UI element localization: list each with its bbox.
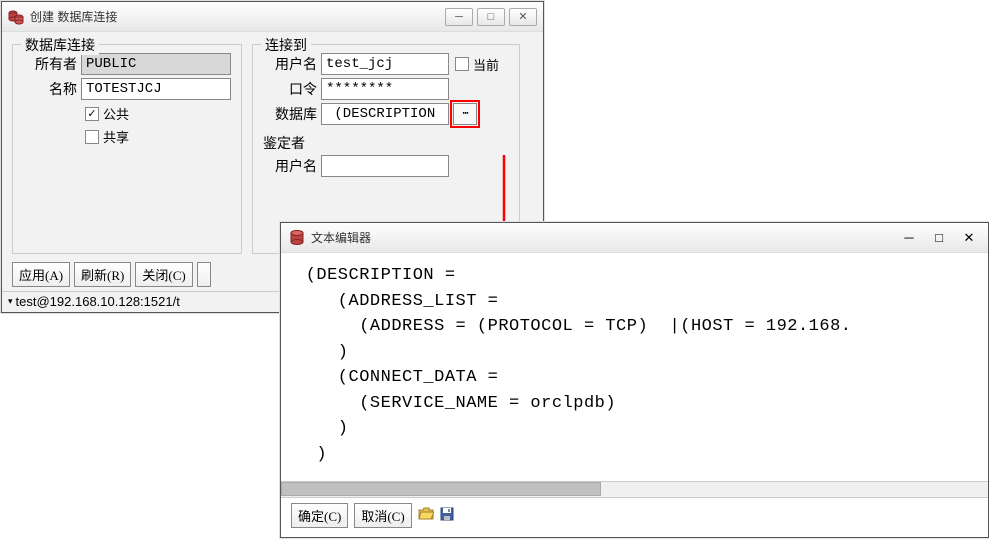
editor-hscrollbar[interactable] <box>281 481 988 497</box>
public-checkbox[interactable] <box>85 107 99 121</box>
name-label: 名称 <box>23 79 81 99</box>
minimize-button[interactable]: ─ <box>445 8 473 26</box>
refresh-button[interactable]: 刷新(R) <box>74 262 131 287</box>
current-label: 当前 <box>473 55 499 74</box>
auth-user-label: 用户名 <box>263 156 321 176</box>
user-input[interactable] <box>321 53 449 75</box>
editor-textarea[interactable]: (DESCRIPTION = (ADDRESS_LIST = (ADDRESS … <box>281 253 988 481</box>
share-label: 共享 <box>103 127 129 146</box>
scrollbar-thumb[interactable] <box>281 482 601 496</box>
cancel-button[interactable]: 取消(C) <box>354 503 411 528</box>
auth-user-input[interactable] <box>321 155 449 177</box>
more-button[interactable] <box>197 262 211 287</box>
editor-minimize-button[interactable]: ─ <box>896 228 922 248</box>
share-checkbox[interactable] <box>85 130 99 144</box>
public-label: 公共 <box>103 104 129 123</box>
owner-label: 所有者 <box>23 54 81 74</box>
editor-maximize-button[interactable]: □ <box>926 228 952 248</box>
close-dialog-button[interactable]: 关闭(C) <box>135 262 192 287</box>
current-checkbox[interactable] <box>455 57 469 71</box>
db-input[interactable] <box>321 103 449 125</box>
maximize-button[interactable]: □ <box>477 8 505 26</box>
db-link-legend: 数据库连接 <box>21 35 99 55</box>
editor-button-bar: 确定(C) 取消(C) <box>281 497 988 533</box>
ok-button[interactable]: 确定(C) <box>291 503 348 528</box>
main-title: 创建 数据库连接 <box>30 8 445 25</box>
open-file-icon[interactable] <box>418 507 434 524</box>
db-icon <box>289 230 305 246</box>
user-label: 用户名 <box>263 54 321 74</box>
db-browse-button[interactable]: ⋯ <box>453 103 477 125</box>
pwd-input[interactable] <box>321 78 449 100</box>
close-button[interactable]: ✕ <box>509 8 537 26</box>
owner-input[interactable] <box>81 53 231 75</box>
editor-close-button[interactable]: ✕ <box>956 228 982 248</box>
apply-button[interactable]: 应用(A) <box>12 262 70 287</box>
db-label: 数据库 <box>263 104 321 124</box>
editor-title: 文本编辑器 <box>311 229 896 246</box>
main-titlebar[interactable]: 创建 数据库连接 ─ □ ✕ <box>2 2 543 32</box>
connect-to-legend: 连接到 <box>261 35 311 55</box>
auth-label: 鉴定者 <box>263 133 509 153</box>
pwd-label: 口令 <box>263 79 321 99</box>
text-editor-dialog: 文本编辑器 ─ □ ✕ (DESCRIPTION = (ADDRESS_LIST… <box>280 222 989 538</box>
editor-titlebar[interactable]: 文本编辑器 ─ □ ✕ <box>281 223 988 253</box>
db-link-fieldset: 数据库连接 所有者 名称 公共 共享 <box>12 44 242 254</box>
db-link-icon <box>8 9 24 25</box>
save-file-icon[interactable] <box>440 507 454 524</box>
status-dropdown-icon[interactable]: ▾ <box>8 296 13 307</box>
status-text: test@192.168.10.128:1521/t <box>16 294 180 309</box>
name-input[interactable] <box>81 78 231 100</box>
